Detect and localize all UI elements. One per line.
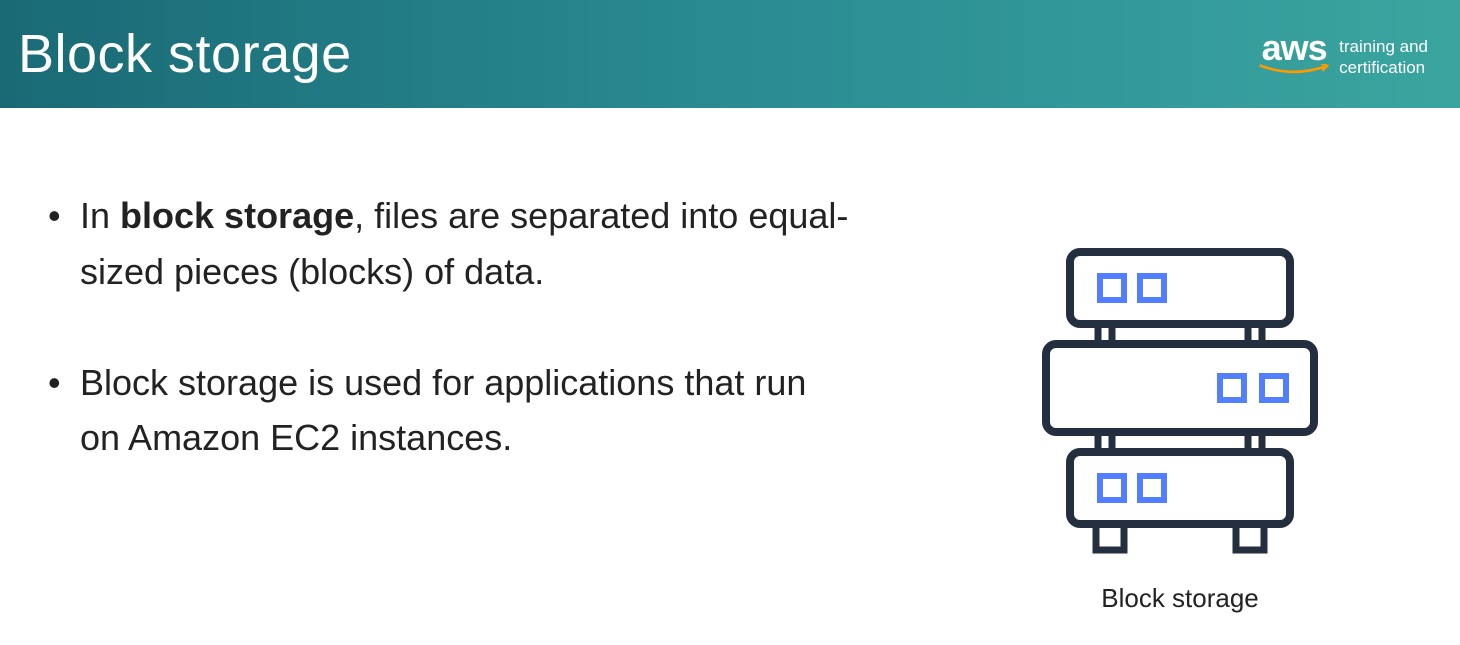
bullet-prefix: In [80,195,120,236]
block-storage-icon [1040,248,1320,558]
aws-smile-icon [1259,64,1329,78]
bullet-item: Block storage is used for applications t… [40,355,850,467]
brand-subtitle-line1: training and [1339,37,1428,56]
bullet-suffix: Block storage is used for applications t… [80,362,806,459]
bullet-bold: block storage [120,195,354,236]
text-column: In block storage, files are separated in… [0,188,900,645]
aws-logo-text: aws [1262,30,1327,66]
bullet-list: In block storage, files are separated in… [40,188,850,466]
bullet-item: In block storage, files are separated in… [40,188,850,300]
brand-subtitle-line2: certification [1339,58,1425,77]
slide-header: Block storage aws training and certifica… [0,0,1460,108]
image-column: Block storage [900,188,1460,645]
image-caption: Block storage [1101,583,1259,614]
slide-content: In block storage, files are separated in… [0,108,1460,645]
aws-logo: aws [1259,30,1329,78]
aws-brand-block: aws training and certification [1259,30,1428,79]
brand-subtitle: training and certification [1339,30,1428,79]
slide-title: Block storage [18,23,352,85]
